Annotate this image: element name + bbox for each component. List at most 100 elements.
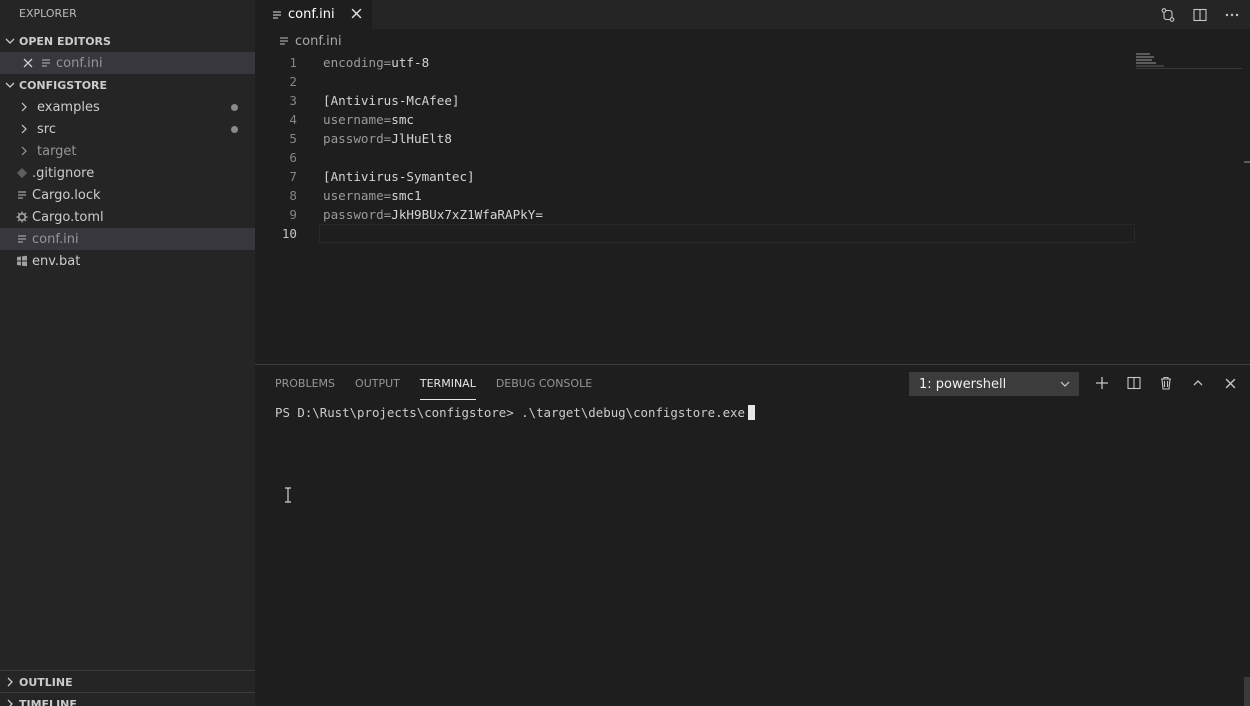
more-actions-icon[interactable] xyxy=(1220,5,1244,25)
explorer-title: EXPLORER xyxy=(19,7,77,20)
close-icon[interactable] xyxy=(351,8,362,23)
breadcrumb-label: conf.ini xyxy=(295,33,342,49)
editor-scrollbar[interactable] xyxy=(1244,161,1250,163)
timeline-header[interactable]: TIMELINE xyxy=(0,693,255,706)
tab-label: conf.ini xyxy=(288,7,335,22)
line-number: 4 xyxy=(289,112,297,127)
chevron-right-icon xyxy=(16,99,32,115)
text-cursor-icon xyxy=(284,487,292,507)
tree-item-env-bat[interactable]: env.bat xyxy=(0,250,255,272)
ini-value: utf-8 xyxy=(391,55,430,70)
ini-key: password xyxy=(323,131,384,146)
line-number: 8 xyxy=(289,188,297,203)
tab-terminal[interactable]: TERMINAL xyxy=(419,375,476,400)
code-line: 7 [Antivirus-Symantec] xyxy=(255,167,1135,186)
ini-section: [Antivirus-Symantec] xyxy=(323,169,475,184)
tab-problems[interactable]: PROBLEMS xyxy=(275,375,335,400)
outline-section[interactable]: OUTLINE xyxy=(0,670,255,693)
minimap[interactable] xyxy=(1136,53,1242,73)
terminal-select[interactable]: 1: powershell xyxy=(909,372,1079,396)
tab-output[interactable]: OUTPUT xyxy=(355,375,400,400)
close-icon[interactable] xyxy=(1218,373,1242,393)
tree-item-label: conf.ini xyxy=(32,231,79,247)
open-editors-label: OPEN EDITORS xyxy=(19,34,111,48)
ini-value: smc xyxy=(391,112,415,127)
modified-dot-icon xyxy=(231,104,238,111)
line-number: 10 xyxy=(281,226,297,241)
open-editor-label: conf.ini xyxy=(56,55,103,71)
code-line: 8 username=smc1 xyxy=(255,186,1135,205)
open-editors-header[interactable]: OPEN EDITORS xyxy=(0,30,255,52)
ini-key: username xyxy=(323,112,384,127)
breadcrumb[interactable]: conf.ini xyxy=(255,29,1250,53)
terminal-output[interactable]: PS D:\Rust\projects\configstore> .\targe… xyxy=(275,405,755,420)
chevron-right-icon xyxy=(7,677,13,687)
file-lines-icon xyxy=(271,9,283,21)
editor-area[interactable]: conf.ini conf.ini 1 encoding=utf-8 2 3 [… xyxy=(255,0,1250,364)
editor-tab-bar: conf.ini xyxy=(255,0,1250,29)
tab-conf-ini[interactable]: conf.ini xyxy=(255,0,372,29)
code-line: 2 xyxy=(255,72,1135,91)
code-editor[interactable]: 1 encoding=utf-8 2 3 [Antivirus-McAfee] … xyxy=(255,53,1135,243)
panel-actions xyxy=(1090,373,1242,393)
terminal-select-value: 1: powershell xyxy=(919,376,1007,392)
chevron-down-icon xyxy=(5,38,15,44)
open-changes-icon[interactable] xyxy=(1156,5,1180,25)
tree-item-src[interactable]: src xyxy=(0,118,255,140)
panel-tabs: PROBLEMS OUTPUT TERMINAL DEBUG CONSOLE xyxy=(275,375,592,400)
line-number: 2 xyxy=(289,74,297,89)
file-lines-icon xyxy=(14,231,30,247)
ini-value: JkH9BUx7xZ1WfaRAPkY= xyxy=(391,207,543,222)
file-lines-icon xyxy=(38,55,54,71)
code-line: 3 [Antivirus-McAfee] xyxy=(255,91,1135,110)
ini-section: [Antivirus-McAfee] xyxy=(323,93,460,108)
line-number: 3 xyxy=(289,93,297,108)
line-text: password=JkH9BUx7xZ1WfaRAPkY= xyxy=(323,207,543,222)
tree-item-cargo-lock[interactable]: Cargo.lock xyxy=(0,184,255,206)
code-line-current: 10 xyxy=(255,224,1135,243)
modified-dot-icon xyxy=(231,126,238,133)
trash-icon[interactable] xyxy=(1154,373,1178,393)
chevron-right-icon xyxy=(7,699,13,706)
code-line: 1 encoding=utf-8 xyxy=(255,53,1135,72)
editor-actions xyxy=(1156,5,1244,25)
chevron-right-icon xyxy=(16,143,32,159)
line-number: 9 xyxy=(289,207,297,222)
code-line: 5 password=JlHuElt8 xyxy=(255,129,1135,148)
maximize-panel-icon[interactable] xyxy=(1186,373,1210,393)
code-line: 9 password=JkH9BUx7xZ1WfaRAPkY= xyxy=(255,205,1135,224)
timeline-label: TIMELINE xyxy=(19,697,77,706)
line-text: encoding=utf-8 xyxy=(323,55,430,70)
tree-item-target[interactable]: target xyxy=(0,140,255,162)
project-header[interactable]: CONFIGSTORE xyxy=(0,74,255,96)
tree-item-label: .gitignore xyxy=(32,165,95,181)
tree-item-label: examples xyxy=(37,99,100,115)
outline-header[interactable]: OUTLINE xyxy=(0,671,255,693)
terminal-cursor xyxy=(747,405,755,420)
line-number: 1 xyxy=(289,55,297,70)
tree-item-label: Cargo.toml xyxy=(32,209,104,225)
chevron-right-icon xyxy=(16,121,32,137)
outline-label: OUTLINE xyxy=(19,675,73,689)
ini-key: encoding xyxy=(323,55,384,70)
tab-debug-console[interactable]: DEBUG CONSOLE xyxy=(496,375,592,400)
line-number: 7 xyxy=(289,169,297,184)
chevron-down-icon xyxy=(1059,378,1071,394)
code-line: 6 xyxy=(255,148,1135,167)
split-terminal-icon[interactable] xyxy=(1122,373,1146,393)
panel-scrollbar[interactable] xyxy=(1244,677,1250,706)
new-terminal-icon[interactable] xyxy=(1090,373,1114,393)
close-icon[interactable] xyxy=(20,55,36,71)
file-lines-icon xyxy=(278,35,290,47)
tree-item-examples[interactable]: examples xyxy=(0,96,255,118)
open-editor-item[interactable]: conf.ini xyxy=(0,52,255,74)
line-number: 5 xyxy=(289,131,297,146)
tree-item-conf-ini[interactable]: conf.ini xyxy=(0,228,255,250)
split-editor-icon[interactable] xyxy=(1188,5,1212,25)
tree-item-gitignore[interactable]: .gitignore xyxy=(0,162,255,184)
ini-value: JlHuElt8 xyxy=(391,131,452,146)
timeline-section[interactable]: TIMELINE xyxy=(0,692,255,706)
line-text: username=smc xyxy=(323,112,415,127)
tree-item-cargo-toml[interactable]: Cargo.toml xyxy=(0,206,255,228)
ini-value: smc1 xyxy=(391,188,422,203)
